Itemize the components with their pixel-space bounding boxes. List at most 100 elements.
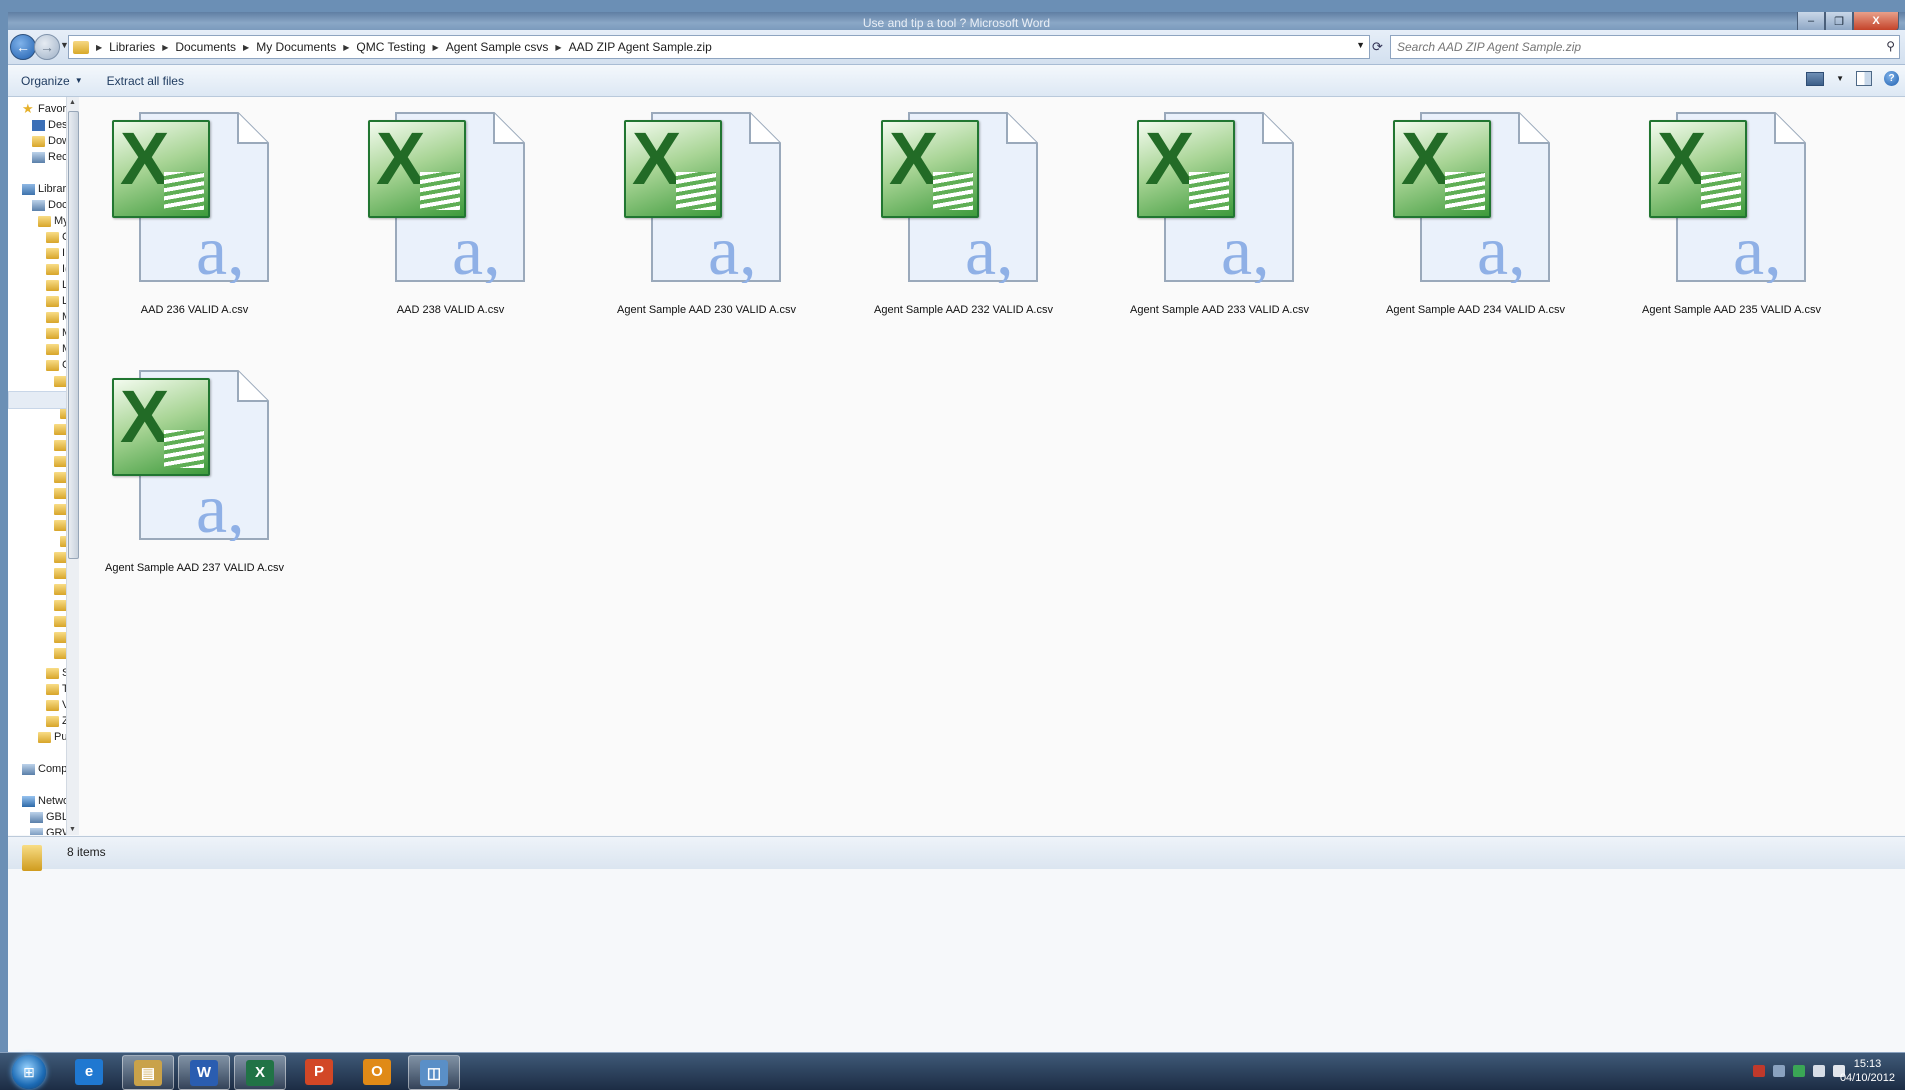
internet-explorer-icon: e [75,1058,103,1085]
file-item[interactable]: a, X Agent Sample AAD 235 VALID A.csv [1626,107,1837,319]
breadcrumb-item-libraries[interactable]: Libraries [109,40,155,54]
preview-pane-icon[interactable] [1856,71,1872,86]
extract-all-button[interactable]: Extract all files [107,74,184,88]
address-dropdown-icon[interactable]: ▼ [1356,40,1365,50]
taskbar-app-powerpoint[interactable]: P [294,1055,344,1088]
explorer-window: Use and tip a tool ? Microsoft Word – ❐ … [8,12,1905,1052]
svg-text:a,: a, [1477,213,1526,283]
back-button[interactable]: ← [10,34,36,60]
nav-folder[interactable]: V [46,697,66,713]
documents-icon [32,199,45,211]
refresh-button[interactable]: ⟳ [1372,39,1383,55]
folder-icon [46,311,59,323]
file-item[interactable]: a, X AAD 236 VALID A.csv [89,107,300,319]
nav-public[interactable]: Pu [38,729,66,745]
address-bar[interactable]: ▶ Libraries ▶ Documents ▶ My Documents ▶ QMC… [68,35,1370,59]
nav-folder[interactable]: T [46,681,66,697]
file-name: Agent Sample AAD 235 VALID A.csv [1642,304,1821,316]
taskbar-app-word[interactable]: W [178,1055,230,1090]
item-count: 8 items [67,845,106,859]
nav-scrollbar[interactable]: ▲ ▼ [66,97,79,835]
start-button[interactable]: ⊞ [12,1055,46,1089]
taskbar-app-other[interactable]: ◫ [408,1055,460,1090]
network-tray-icon[interactable] [1773,1065,1785,1077]
nav-network[interactable]: Netwo [22,793,66,809]
security-icon[interactable] [1753,1065,1765,1077]
nav-desktop[interactable]: Desk [32,117,66,133]
nav-folder[interactable]: M [46,325,66,341]
nav-folder[interactable]: I( [46,261,66,277]
breadcrumb: ▶ Libraries ▶ Documents ▶ My Documents ▶ QMC… [96,40,712,54]
nav-downloads[interactable]: Dow [32,133,66,149]
svg-text:a,: a, [965,213,1014,283]
nav-folder[interactable]: Z [46,713,66,729]
folder-icon [38,731,51,743]
search-box[interactable]: ⚲ [1390,35,1900,59]
action-center-icon[interactable] [1813,1065,1825,1077]
folder-icon [46,327,59,339]
breadcrumb-item-my-documents[interactable]: My Documents [256,40,336,54]
file-item[interactable]: a, X Agent Sample AAD 232 VALID A.csv [858,107,1069,319]
taskbar-app-excel[interactable]: X [234,1055,286,1090]
breadcrumb-item-zip[interactable]: AAD ZIP Agent Sample.zip [569,40,712,54]
help-icon[interactable]: ? [1884,71,1899,86]
view-options-chevron-icon[interactable]: ▼ [1836,74,1844,83]
scroll-thumb[interactable] [68,111,79,559]
file-item[interactable]: a, X Agent Sample AAD 234 VALID A.csv [1370,107,1581,319]
scroll-up-arrow-icon[interactable]: ▲ [69,99,76,106]
nav-folder[interactable]: S [46,665,66,681]
file-name: Agent Sample AAD 234 VALID A.csv [1386,304,1565,316]
nav-libraries[interactable]: Librari [22,181,66,197]
file-item[interactable]: a, X Agent Sample AAD 230 VALID A.csv [601,107,812,319]
battery-icon[interactable] [1793,1065,1805,1077]
file-item[interactable]: a, X Agent Sample AAD 237 VALID A.csv [89,365,300,577]
folder-icon [46,667,59,679]
nav-my-documents[interactable]: My [38,213,66,229]
zip-folder-icon [22,845,42,871]
maximize-button[interactable]: ❐ [1825,12,1853,31]
taskbar-app-outlook[interactable]: O [352,1055,402,1088]
clock-time: 15:13 [1853,1058,1882,1070]
taskbar-app-explorer[interactable]: ▤ [122,1055,174,1090]
nav-folder[interactable]: I: [46,245,66,261]
system-tray [1753,1065,1845,1077]
nav-folder[interactable]: C [46,229,66,245]
folder-icon [38,215,51,227]
scroll-down-arrow-icon[interactable]: ▼ [69,826,76,833]
libraries-icon [22,183,35,195]
taskbar-app-ie[interactable]: e [64,1055,114,1088]
nav-folder[interactable]: L [46,277,66,293]
window-title: Use and tip a tool ? Microsoft Word [862,16,1051,30]
windows-explorer-icon: ▤ [134,1059,162,1086]
nav-folder[interactable]: M [46,341,66,357]
file-name: Agent Sample AAD 232 VALID A.csv [874,304,1053,316]
change-view-icon[interactable] [1806,71,1825,86]
search-icon[interactable]: ⚲ [1886,39,1895,53]
excel-icon: X [112,375,210,476]
excel-icon: X [112,117,210,218]
svg-text:a,: a, [1221,213,1270,283]
svg-text:a,: a, [708,213,757,283]
breadcrumb-item-documents[interactable]: Documents [175,40,236,54]
nav-folder[interactable]: C [46,357,66,373]
file-item[interactable]: a, X AAD 238 VALID A.csv [345,107,556,319]
clock[interactable]: 15:13 04/10/2012 [1840,1057,1895,1085]
nav-network-item[interactable]: GBLC [30,809,66,825]
minimize-button[interactable]: – [1797,12,1825,31]
close-button[interactable]: X [1853,12,1899,31]
nav-folder[interactable]: M [46,309,66,325]
nav-recent[interactable]: Rece [32,149,66,165]
search-input[interactable] [1395,39,1859,55]
nav-network-item[interactable]: GRW [30,825,66,835]
forward-button[interactable]: → [34,34,60,60]
organize-button[interactable]: Organize ▼ [21,74,83,88]
svg-text:a,: a, [1733,213,1782,283]
nav-documents[interactable]: Docu [32,197,66,213]
nav-favorites[interactable]: ★Favorit [22,101,66,117]
breadcrumb-item-qmc-testing[interactable]: QMC Testing [356,40,425,54]
nav-computer[interactable]: Compu [22,761,66,777]
breadcrumb-item-agent-sample-csvs[interactable]: Agent Sample csvs [446,40,549,54]
nav-folder[interactable]: L [46,293,66,309]
excel-icon: X [368,117,466,218]
file-item[interactable]: a, X Agent Sample AAD 233 VALID A.csv [1114,107,1325,319]
